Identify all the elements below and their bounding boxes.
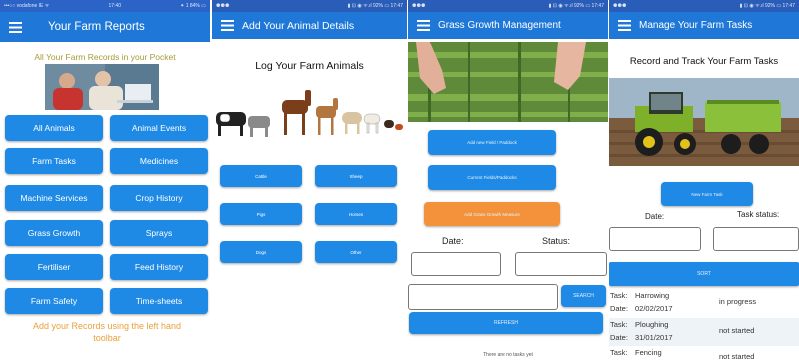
battery-text: ▮ ⊡ ◉ ᯤ.ıl 92% ▭ 17:47 — [739, 3, 795, 9]
date-field[interactable] — [411, 252, 501, 276]
horses-button[interactable]: Horses — [315, 203, 397, 225]
refresh-button[interactable]: REFRESH — [409, 312, 603, 334]
app-bar: Add Your Animal Details — [212, 12, 407, 39]
date-label: Date: — [645, 212, 665, 221]
sprays-button[interactable]: Sprays — [110, 220, 208, 246]
farm-animals-image — [212, 86, 407, 142]
date-label: Date: — [610, 333, 628, 342]
battery-text: ▮ ⊡ ◉ ᯤ.ıl 92% ▭ 17:47 — [347, 3, 403, 9]
farmers-photo — [45, 64, 159, 110]
feed-history-button[interactable]: Feed History — [110, 254, 208, 280]
menu-icon[interactable] — [408, 11, 438, 41]
refresh-label: REFRESH — [494, 320, 518, 326]
app-bar: Your Farm Reports — [0, 12, 210, 42]
current-fields-button[interactable]: Current Fields/Paddocks — [428, 165, 556, 190]
task-label: Task: — [610, 291, 628, 300]
all-animals-button[interactable]: All Animals — [5, 115, 103, 141]
pigs-button[interactable]: Pigs — [220, 203, 302, 225]
page-title: Add Your Animal Details — [242, 19, 355, 32]
task-status: in progress — [719, 297, 757, 306]
menu-icon[interactable] — [212, 11, 242, 41]
task-status: not started — [719, 352, 755, 361]
task-status-label: Task status: — [737, 210, 780, 219]
new-task-label: New Farm Task — [691, 191, 723, 197]
task-label: Task: — [610, 320, 628, 329]
new-farm-task-button[interactable]: New Farm Task — [661, 182, 753, 206]
search-label: SEARCH — [573, 293, 594, 299]
animal-events-button[interactable]: Animal Events — [110, 115, 208, 141]
farm-reports-screen: •••○○ vodafone IE ᯤ 17:40 ✦ 1 84% ▭ Your… — [0, 0, 210, 361]
status-field[interactable] — [515, 252, 607, 276]
farm-safety-button[interactable]: Farm Safety — [5, 288, 103, 314]
add-grass-growth-button[interactable]: Add Grass Growth Measure — [424, 202, 560, 226]
date-label: Date: — [442, 236, 464, 246]
search-input[interactable] — [408, 284, 558, 310]
grass-growth-screen: ⚈⚈⚈ ▮ ⊡ ◉ ᯤ.ıl 92% ▭ 17:47 Grass Growth … — [408, 0, 608, 361]
add-field-label: Add new Field / Paddock — [467, 140, 517, 145]
cattle-button[interactable]: Cattle — [220, 165, 302, 187]
page-title: Your Farm Reports — [48, 21, 145, 33]
dogs-button[interactable]: Dogs — [220, 241, 302, 263]
date-field[interactable] — [609, 227, 701, 251]
footer-hint: Add your Records using the left hand too… — [32, 321, 182, 343]
menu-icon[interactable] — [609, 11, 639, 41]
current-fields-label: Current Fields/Paddocks — [467, 175, 517, 180]
crop-history-button[interactable]: Crop History — [110, 185, 208, 211]
page-title: Manage Your Farm Tasks — [639, 20, 753, 31]
task-row[interactable]: Task: Ploughing Date: 31/01/2017 not sta… — [609, 318, 799, 346]
section-heading: Record and Track Your Farm Tasks — [629, 56, 779, 67]
task-status: not started — [719, 326, 755, 335]
task-status-field[interactable] — [713, 227, 799, 251]
farm-tasks-screen: ⚈⚈⚈ ▮ ⊡ ◉ ᯤ.ıl 92% ▭ 17:47 Manage Your F… — [609, 0, 799, 361]
section-heading: Log Your Farm Animals — [255, 60, 364, 72]
farm-tasks-button[interactable]: Farm Tasks — [5, 148, 103, 174]
grass-hands-image — [408, 42, 608, 122]
machine-services-button[interactable]: Machine Services — [5, 185, 103, 211]
subtitle: All Your Farm Records in your Pocket — [34, 52, 176, 62]
status-label: Status: — [542, 236, 571, 246]
grass-growth-button[interactable]: Grass Growth — [5, 220, 103, 246]
task-date: 31/01/2017 — [635, 333, 673, 342]
task-row[interactable]: Task: Harrowing Date: 02/02/2017 in prog… — [609, 289, 799, 317]
task-name: Ploughing — [635, 320, 669, 329]
fertiliser-button[interactable]: Fertiliser — [5, 254, 103, 280]
animal-details-screen: ⚈⚈⚈ ▮ ⊡ ◉ ᯤ.ıl 92% ▭ 17:47 Add Your Anim… — [212, 0, 407, 361]
app-bar: Manage Your Farm Tasks — [609, 12, 799, 39]
add-grass-growth-label: Add Grass Growth Measure — [464, 211, 520, 217]
status-bar: •••○○ vodafone IE ᯤ 17:40 ✦ 1 84% ▭ — [0, 0, 210, 12]
date-label: Date: — [610, 304, 628, 313]
task-name: Harrowing — [635, 291, 670, 300]
battery-text: ▮ ⊡ ◉ ᯤ.ıl 92% ▭ 17:47 — [548, 3, 604, 9]
tractor-image — [609, 78, 799, 166]
add-field-button[interactable]: Add new Field / Paddock — [428, 130, 556, 155]
task-label: Task: — [610, 348, 628, 357]
menu-icon[interactable] — [0, 12, 30, 42]
status-bar: ⚈⚈⚈ ▮ ⊡ ◉ ᯤ.ıl 92% ▭ 17:47 — [408, 0, 608, 12]
medicines-button[interactable]: Medicines — [110, 148, 208, 174]
task-name: Fencing — [635, 348, 662, 357]
search-button[interactable]: SEARCH — [561, 285, 606, 307]
page-title: Grass Growth Management — [438, 20, 561, 31]
status-time: 17:40 — [108, 3, 121, 9]
battery-text: ✦ 1 84% ▭ — [180, 3, 206, 9]
task-row[interactable]: Task: Fencing not started — [609, 346, 799, 361]
sort-label: SORT — [697, 271, 711, 277]
sort-button[interactable]: SORT — [609, 262, 799, 286]
time-sheets-button[interactable]: Time-sheets — [110, 288, 208, 314]
sheep-button[interactable]: Sheep — [315, 165, 397, 187]
other-animals-button[interactable]: Other — [315, 241, 397, 263]
app-bar: Grass Growth Management — [408, 12, 608, 39]
empty-tasks-note: There are no tasks yet — [483, 352, 533, 358]
carrier-text: •••○○ vodafone IE ᯤ — [4, 3, 50, 9]
task-date: 02/02/2017 — [635, 304, 673, 313]
